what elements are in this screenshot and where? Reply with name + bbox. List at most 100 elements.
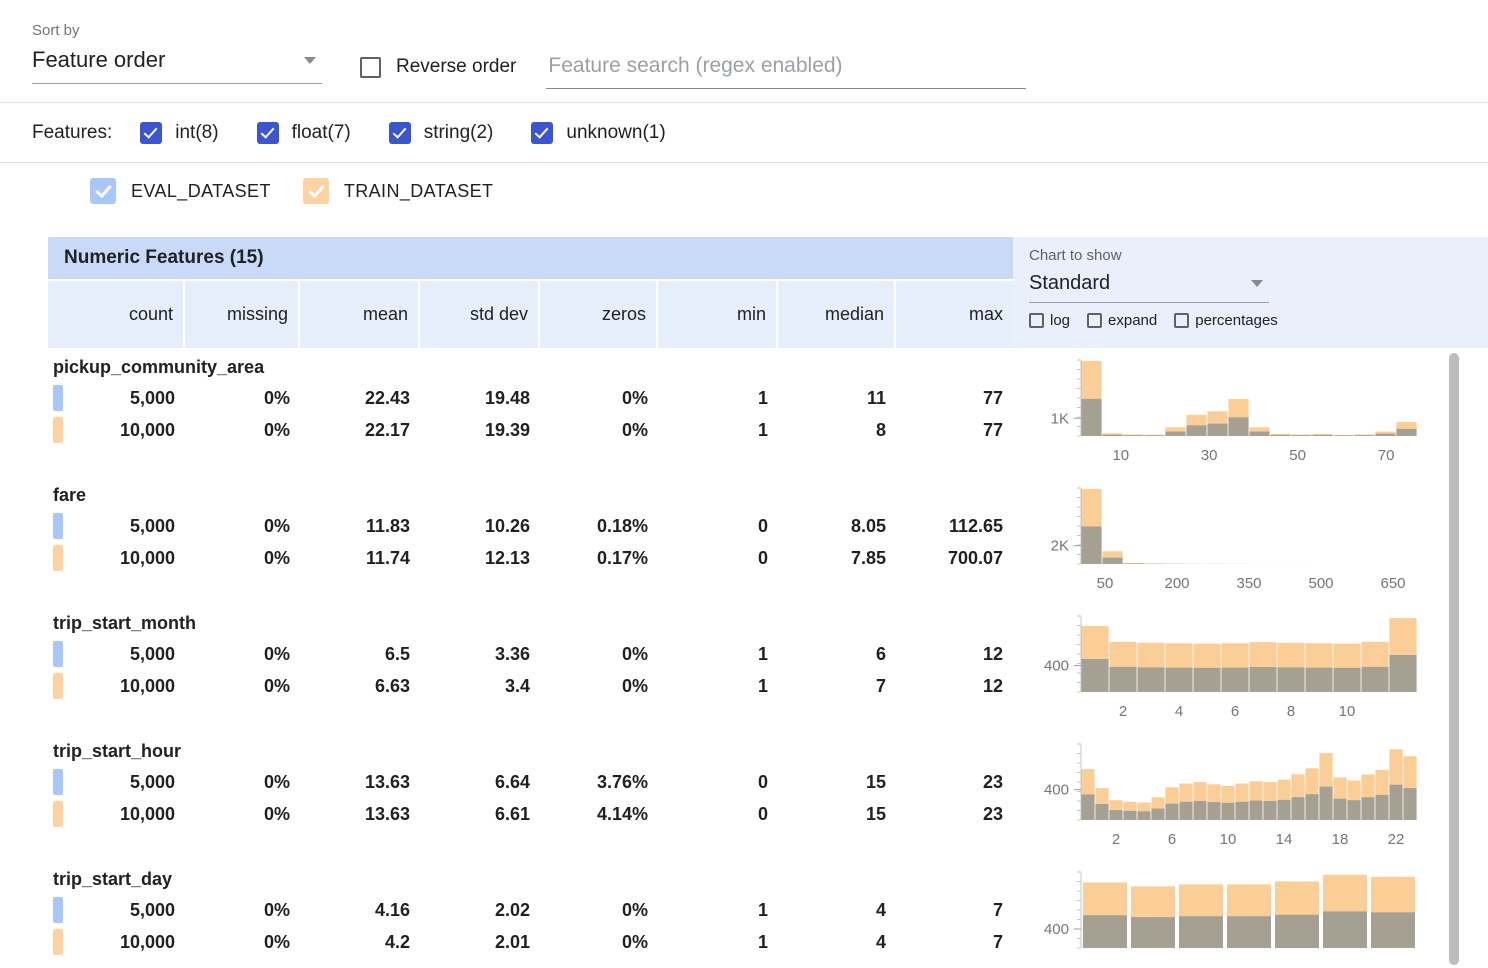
dataset-legend-row: EVAL_DATASET TRAIN_DATASET: [0, 163, 1488, 219]
feature-search-block: [546, 52, 1026, 89]
dataset-label: EVAL_DATASET: [131, 181, 271, 202]
sort-by-value: Feature order: [32, 47, 165, 73]
dataset-swatch: [53, 513, 63, 539]
svg-text:2K: 2K: [1051, 538, 1069, 555]
percentages-checkbox[interactable]: [1174, 313, 1189, 328]
stat-cell: 3.76%: [540, 766, 658, 798]
stat-cell: 0: [658, 798, 778, 830]
feature-name: pickup_community_area: [48, 352, 1013, 382]
dataset-swatch: [53, 385, 63, 411]
vertical-scrollbar[interactable]: [1449, 353, 1459, 965]
svg-text:1K: 1K: [1051, 410, 1069, 427]
stat-cell: 1: [658, 638, 778, 670]
log-option: log: [1029, 312, 1070, 329]
svg-text:400: 400: [1044, 782, 1069, 799]
feature-type-filter-row: Features: int(8) float(7) string(2) unkn…: [0, 103, 1488, 163]
expand-label: expand: [1108, 312, 1157, 329]
stat-cell: 5,000: [48, 638, 185, 670]
string-filter-checkbox[interactable]: [389, 122, 411, 144]
stat-cell: 1: [658, 670, 778, 702]
expand-checkbox[interactable]: [1087, 313, 1102, 328]
numeric-features-header: Numeric Features (15) count missing mean…: [48, 237, 1013, 348]
stat-cell: 1: [658, 414, 778, 446]
stat-cell: 4.2: [300, 926, 420, 958]
stat-cell: 77: [896, 382, 1013, 414]
feature-block: trip_start_hour 5,000 0% 13.63 6.64 3.76…: [48, 736, 1488, 864]
stat-row: 5,000 0% 4.16 2.02 0% 1 4 7: [48, 894, 1013, 926]
unknown-filter-checkbox[interactable]: [531, 122, 553, 144]
stat-row: 10,000 0% 22.17 19.39 0% 1 8 77: [48, 414, 1013, 446]
stat-cell: 0%: [185, 382, 300, 414]
int-filter-checkbox[interactable]: [140, 122, 162, 144]
stat-cell: 7.85: [778, 542, 896, 574]
search-input[interactable]: [546, 52, 1026, 89]
filter-label: float(7): [292, 122, 351, 144]
filter-item-string: string(2): [389, 122, 494, 144]
stat-cell: 5,000: [48, 766, 185, 798]
stat-cell: 3.4: [420, 670, 540, 702]
svg-text:50: 50: [1097, 575, 1114, 592]
dataset-swatch: [53, 897, 63, 923]
eval-dataset-checkbox[interactable]: [90, 178, 116, 204]
stat-cell: 10,000: [48, 926, 185, 958]
svg-text:200: 200: [1164, 575, 1189, 592]
stat-cell: 0%: [540, 670, 658, 702]
stat-cell: 23: [896, 798, 1013, 830]
feature-histogram-chart: 4002610141822: [1013, 736, 1488, 864]
stat-cell: 10,000: [48, 670, 185, 702]
stat-cell: 0: [658, 510, 778, 542]
feature-block: trip_start_day 5,000 0% 4.16 2.02 0% 1 4…: [48, 864, 1488, 968]
stat-cell: 0%: [185, 510, 300, 542]
stat-cell: 0%: [185, 766, 300, 798]
filter-item-float: float(7): [257, 122, 351, 144]
stat-cell: 0%: [185, 894, 300, 926]
column-header: zeros: [540, 281, 658, 348]
chart-to-show-label: Chart to show: [1029, 247, 1488, 264]
filter-label: int(8): [175, 122, 218, 144]
feature-stats: pickup_community_area 5,000 0% 22.43 19.…: [48, 352, 1013, 480]
stat-row: 5,000 0% 6.5 3.36 0% 1 6 12: [48, 638, 1013, 670]
stat-row: 10,000 0% 13.63 6.61 4.14% 0 15 23: [48, 798, 1013, 830]
feature-stats: fare 5,000 0% 11.83 10.26 0.18% 0 8.05 1…: [48, 480, 1013, 608]
float-filter-checkbox[interactable]: [257, 122, 279, 144]
stat-cell: 1: [658, 894, 778, 926]
features-label: Features:: [32, 122, 112, 144]
stat-cell: 5,000: [48, 894, 185, 926]
train-dataset-checkbox[interactable]: [303, 178, 329, 204]
reverse-order-checkbox[interactable]: [360, 57, 381, 78]
stat-cell: 2.02: [420, 894, 540, 926]
sort-by-label: Sort by: [32, 22, 322, 39]
stat-cell: 8: [778, 414, 896, 446]
reverse-order-control: Reverse order: [360, 56, 516, 78]
svg-text:500: 500: [1308, 575, 1333, 592]
dataset-swatch: [53, 929, 63, 955]
stat-cell: 5,000: [48, 510, 185, 542]
stat-cell: 0.17%: [540, 542, 658, 574]
feature-stats: trip_start_hour 5,000 0% 13.63 6.64 3.76…: [48, 736, 1013, 864]
stat-cell: 0.18%: [540, 510, 658, 542]
stat-cell: 7: [778, 670, 896, 702]
chart-type-select[interactable]: Standard: [1029, 268, 1269, 303]
log-checkbox[interactable]: [1029, 313, 1044, 328]
stat-cell: 0%: [540, 638, 658, 670]
stat-cell: 4: [778, 894, 896, 926]
svg-text:70: 70: [1378, 447, 1395, 464]
column-header: min: [658, 281, 778, 348]
svg-text:18: 18: [1332, 831, 1349, 848]
stat-cell: 0: [658, 766, 778, 798]
column-header: count: [48, 281, 185, 348]
svg-text:4: 4: [1175, 703, 1183, 720]
filter-label: unknown(1): [566, 122, 665, 144]
stat-row: 5,000 0% 11.83 10.26 0.18% 0 8.05 112.65: [48, 510, 1013, 542]
stat-cell: 6: [778, 638, 896, 670]
stat-cell: 11.83: [300, 510, 420, 542]
sort-by-select[interactable]: Feature order: [32, 45, 322, 84]
stat-cell: 11.74: [300, 542, 420, 574]
stat-cell: 22.17: [300, 414, 420, 446]
stat-cell: 23: [896, 766, 1013, 798]
svg-text:10: 10: [1112, 447, 1129, 464]
stat-cell: 0%: [185, 414, 300, 446]
expand-option: expand: [1087, 312, 1157, 329]
stat-cell: 4: [778, 926, 896, 958]
svg-text:22: 22: [1388, 831, 1405, 848]
